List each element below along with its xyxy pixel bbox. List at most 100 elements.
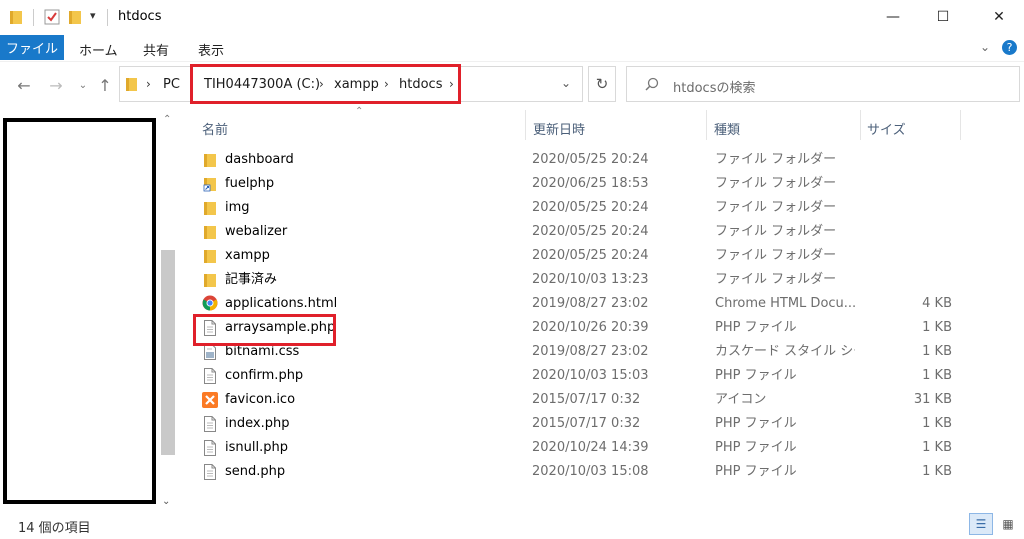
column-divider[interactable] <box>860 110 861 140</box>
file-date: 2019/08/27 23:02 <box>532 344 649 359</box>
file-size <box>860 220 952 244</box>
chrome-icon <box>202 295 218 311</box>
column-header-type[interactable]: 種類 <box>714 116 740 140</box>
file-date: 2015/07/17 0:32 <box>532 392 641 407</box>
file-name: send.php <box>225 464 286 479</box>
file-size <box>860 196 952 220</box>
file-size: 1 KB <box>922 320 952 335</box>
file-date: 2020/05/25 20:24 <box>532 152 649 167</box>
item-count: 14 個の項目 <box>18 521 91 536</box>
file-row[interactable]: fuelphp 2020/06/25 18:53 ファイル フォルダー <box>194 172 970 196</box>
file-name: xampp <box>225 248 270 263</box>
up-icon[interactable]: ↑ <box>93 73 117 97</box>
file-type: PHP ファイル <box>715 368 797 383</box>
file-date: 2020/10/26 20:39 <box>532 320 649 335</box>
file-date: 2020/05/25 20:24 <box>532 248 649 263</box>
folder-icon <box>10 11 22 24</box>
file-highlight <box>193 314 336 346</box>
properties-icon[interactable] <box>44 9 60 25</box>
expand-ribbon-icon[interactable]: ⌄ <box>980 40 990 54</box>
file-type: PHP ファイル <box>715 440 797 455</box>
nav-scroll-thumb[interactable] <box>161 250 175 455</box>
column-header-size[interactable]: サイズ <box>867 116 906 140</box>
file-size: 31 KB <box>913 392 952 407</box>
file-type: PHP ファイル <box>715 320 797 335</box>
file-type: カスケード スタイル シート... <box>715 344 855 359</box>
tab-share[interactable]: 共有 <box>143 40 169 59</box>
file-date: 2020/05/25 20:24 <box>532 224 649 239</box>
file-name: applications.html <box>225 296 338 311</box>
address-dropdown-icon[interactable]: ⌄ <box>561 76 571 90</box>
file-row[interactable]: isnull.php 2020/10/24 14:39 PHP ファイル 1 KB <box>194 436 970 460</box>
help-icon[interactable]: ? <box>1002 40 1017 55</box>
file-size <box>860 244 952 268</box>
file-name: webalizer <box>225 224 288 239</box>
title-divider <box>33 9 34 26</box>
file-row[interactable]: dashboard 2020/05/25 20:24 ファイル フォルダー <box>194 148 970 172</box>
file-row[interactable]: index.php 2015/07/17 0:32 PHP ファイル 1 KB <box>194 412 970 436</box>
close-button[interactable]: ✕ <box>976 0 1022 34</box>
file-type: ファイル フォルダー <box>715 272 837 287</box>
tab-view[interactable]: 表示 <box>198 40 224 59</box>
file-size: 1 KB <box>922 440 952 455</box>
file-size: 1 KB <box>922 368 952 383</box>
file-date: 2015/07/17 0:32 <box>532 416 641 431</box>
scroll-up-icon[interactable]: ⌃ <box>163 114 171 125</box>
file-date: 2020/06/25 18:53 <box>532 176 649 191</box>
file-type: Chrome HTML Docu... <box>715 296 855 311</box>
column-header-name[interactable]: 名前 <box>202 116 228 140</box>
column-divider[interactable] <box>960 110 961 140</box>
refresh-icon[interactable]: ↻ <box>588 66 616 102</box>
file-type: アイコン <box>715 392 767 407</box>
address-highlight <box>190 64 461 104</box>
new-folder-icon[interactable] <box>68 9 82 25</box>
file-icon <box>204 464 216 480</box>
forward-icon[interactable]: → <box>44 73 68 97</box>
file-row[interactable]: send.php 2020/10/03 15:08 PHP ファイル 1 KB <box>194 460 970 484</box>
file-name: isnull.php <box>225 440 288 455</box>
file-name: favicon.ico <box>225 392 296 407</box>
file-row[interactable]: applications.html 2019/08/27 23:02 Chrome … <box>194 292 970 316</box>
file-type: ファイル フォルダー <box>715 152 837 167</box>
file-row[interactable]: favicon.ico 2015/07/17 0:32 アイコン 31 KB <box>194 388 970 412</box>
folder-icon <box>204 202 216 215</box>
quick-access-dropdown-icon[interactable]: ▾ <box>90 9 96 22</box>
file-row[interactable]: webalizer 2020/05/25 20:24 ファイル フォルダー <box>194 220 970 244</box>
file-size: 4 KB <box>922 296 952 311</box>
folder-icon <box>204 226 216 239</box>
file-size: 1 KB <box>922 416 952 431</box>
recent-locations-icon[interactable]: ⌄ <box>71 73 95 97</box>
tab-home[interactable]: ホーム <box>79 40 118 59</box>
scroll-down-icon[interactable]: ⌄ <box>162 496 170 507</box>
file-name: index.php <box>225 416 290 431</box>
sort-ascending-icon: ⌃ <box>355 106 364 117</box>
column-divider[interactable] <box>706 110 707 140</box>
maximize-button[interactable]: ☐ <box>920 0 966 34</box>
file-name: dashboard <box>225 152 294 167</box>
file-size <box>860 268 952 292</box>
file-date: 2020/10/03 13:23 <box>532 272 649 287</box>
minimize-button[interactable]: — <box>870 0 916 34</box>
breadcrumb-separator-icon[interactable]: › <box>146 77 151 91</box>
details-view-icon[interactable]: ☰ <box>969 513 993 535</box>
file-name: fuelphp <box>225 176 275 191</box>
column-header-date[interactable]: 更新日時 <box>533 116 585 140</box>
navigation-pane[interactable] <box>3 118 156 504</box>
file-row[interactable]: xampp 2020/05/25 20:24 ファイル フォルダー <box>194 244 970 268</box>
folder-icon <box>204 250 216 263</box>
file-date: 2020/10/03 15:08 <box>532 464 649 479</box>
back-icon[interactable]: ← <box>12 73 36 97</box>
file-row[interactable]: img 2020/05/25 20:24 ファイル フォルダー <box>194 196 970 220</box>
css-file-icon <box>204 344 216 360</box>
file-type: PHP ファイル <box>715 464 797 479</box>
breadcrumb-pc[interactable]: PC <box>163 77 180 92</box>
file-type: ファイル フォルダー <box>715 224 837 239</box>
folder-shortcut-icon <box>203 178 216 192</box>
file-row[interactable]: confirm.php 2020/10/03 15:03 PHP ファイル 1 KB <box>194 364 970 388</box>
file-row[interactable]: 記事済み 2020/10/03 13:23 ファイル フォルダー <box>194 268 970 292</box>
tab-file[interactable]: ファイル <box>0 35 64 60</box>
folder-icon <box>204 274 216 287</box>
large-icons-view-icon[interactable]: ▦ <box>996 513 1020 535</box>
column-divider[interactable] <box>525 110 526 140</box>
file-name: img <box>225 200 250 215</box>
